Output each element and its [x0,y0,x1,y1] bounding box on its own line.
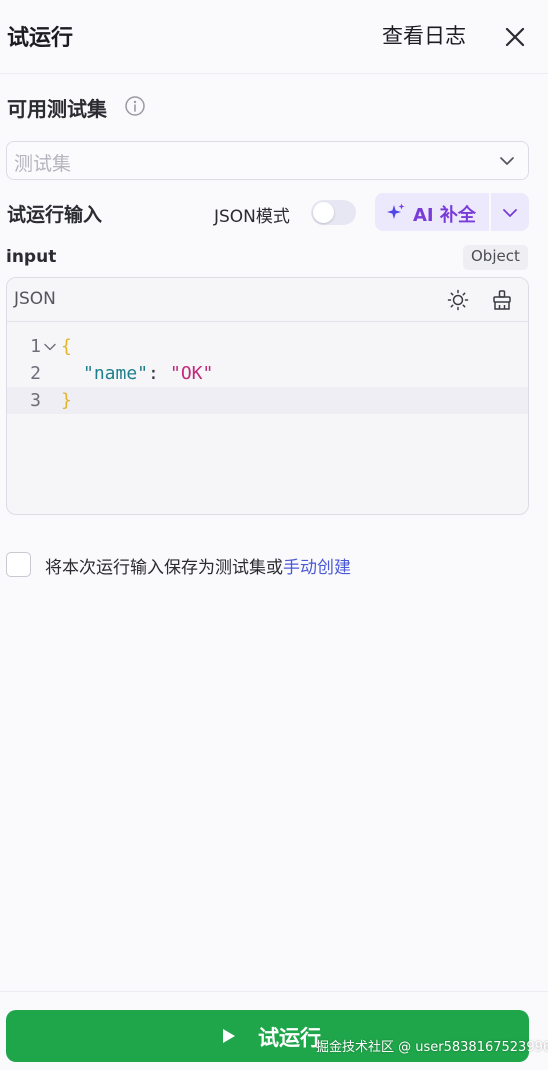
play-icon [223,1029,235,1043]
code-close-brace: } [61,390,72,411]
close-icon [505,27,525,47]
type-badge: Object [463,245,528,270]
close-button[interactable] [500,20,530,54]
sparkle-icon [387,203,405,219]
line-number: 1 [30,336,41,357]
json-mode-label: JSON模式 [214,207,290,227]
editor-toolbar: JSON [7,278,528,322]
code-line: 1 { [7,333,528,360]
footer-divider [0,991,548,992]
json-mode-toggle[interactable] [311,200,356,225]
sun-icon[interactable] [447,289,469,311]
test-set-placeholder: 测试集 [14,153,72,175]
run-input-label: 试运行输入 [7,204,103,226]
ai-fill-dropdown-button[interactable] [491,193,529,231]
json-editor[interactable]: JSON 1 {2 "name": "OK" 3} [6,277,529,515]
save-as-test-set-checkbox[interactable] [6,552,31,577]
code-line-active: 3 } [7,387,528,414]
code-line: 2 "name" : "OK" [7,360,528,387]
fold-chevron-icon[interactable] [43,340,57,354]
test-set-label: 可用测试集 [7,97,107,121]
view-log-button[interactable]: 查看日志 [382,20,466,50]
format-brush-icon[interactable] [491,289,513,311]
line-number: 3 [30,390,41,411]
manual-create-link[interactable]: 手动创建 [283,558,351,578]
test-set-select[interactable]: 测试集 [6,141,529,180]
run-button-label: 试运行 [258,1026,321,1050]
editor-language-label: JSON [14,289,56,309]
watermark: 掘金技术社区 @ user5838167523996 [316,1040,548,1055]
save-option-label: 将本次运行输入保存为测试集或 [45,558,283,578]
line-number: 2 [30,363,41,384]
ai-fill-label: AI 补全 [413,205,476,226]
test-run-panel: 试运行 查看日志 可用测试集 测试集 试运行输入 JSON模式 AI 补全 in… [0,0,548,1070]
info-icon[interactable] [124,95,146,117]
code-area[interactable]: 1 { 2 "name" : "OK" 3 } [7,323,528,514]
save-option-text: 将本次运行输入保存为测试集或手动创建 [45,553,351,578]
chevron-down-icon [503,209,517,217]
panel-title: 试运行 [7,26,74,51]
ai-fill-button[interactable]: AI 补全 [375,193,489,231]
panel-header: 试运行 查看日志 [0,0,548,74]
code-value: "OK" [170,363,214,384]
code-colon: : [148,363,170,384]
code-key: "name" [83,363,149,384]
ai-fill-button-group: AI 补全 [375,193,529,231]
input-field-label: input [6,247,57,267]
toggle-knob [313,202,334,223]
code-open-brace: { [61,336,72,357]
chevron-down-icon [500,157,514,165]
